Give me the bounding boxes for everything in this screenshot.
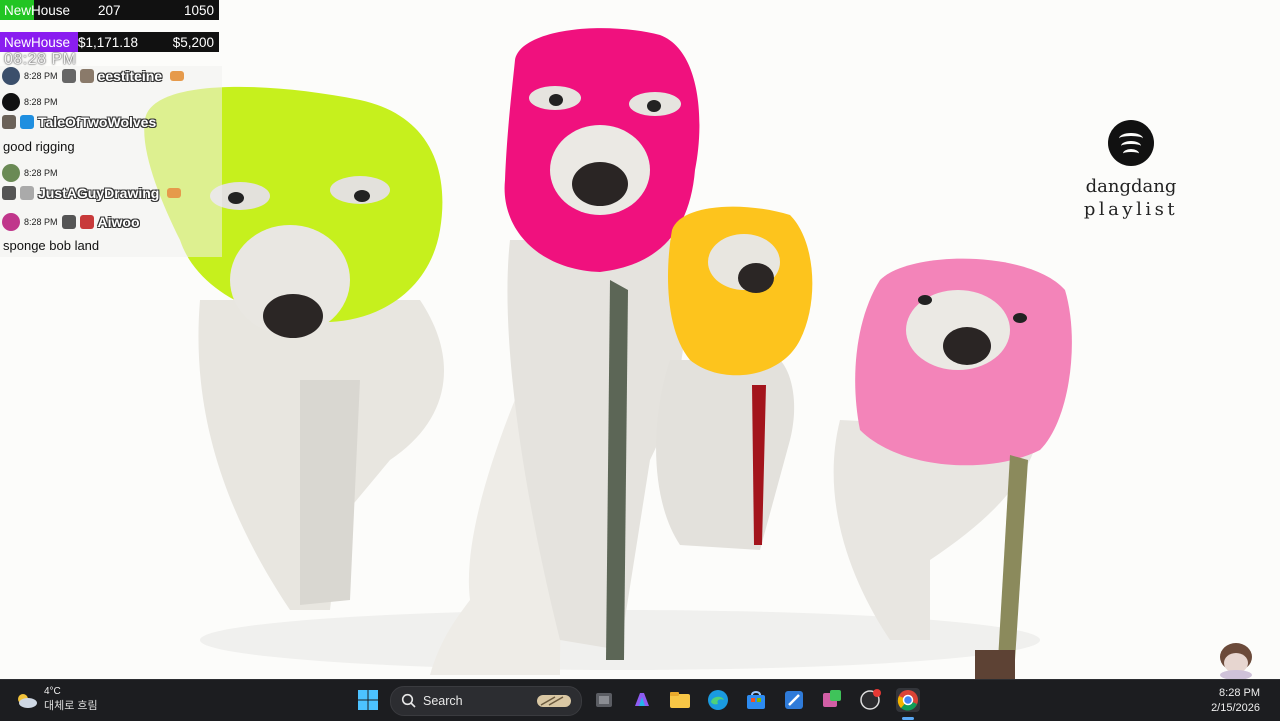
copilot-icon[interactable] [630, 688, 654, 712]
chat-text: sponge bob land [3, 238, 100, 253]
system-clock[interactable]: 8:28 PM 2/15/2026 [1211, 686, 1260, 716]
avatar [2, 213, 20, 231]
chat-username-row: TaleOfTwoWolves [2, 114, 156, 130]
chat-message: 8:28 PM eestiteine [2, 67, 185, 85]
goal-label: NewHouse [4, 34, 71, 50]
cloudy-weather-icon [14, 691, 38, 709]
chat-username: JustAGuyDrawing [38, 185, 160, 201]
badge-icon [61, 215, 76, 229]
chat-text: good rigging [3, 139, 75, 154]
stream-canvas: NewHouse 207 1050 NewHouse $1,171.18 $5,… [0, 0, 1280, 679]
badge-icon [79, 215, 94, 229]
avatar [2, 67, 20, 85]
goal-bar-followers: NewHouse 207 1050 [0, 0, 219, 20]
search-icon [401, 693, 416, 708]
crown-icon [20, 115, 34, 129]
playlist-title: dangdang [1085, 176, 1177, 197]
goal-label: NewHouse [4, 2, 71, 18]
chat-username: TaleOfTwoWolves [38, 114, 157, 130]
clock-date: 2/15/2026 [1211, 702, 1260, 714]
obs-studio-icon[interactable] [858, 688, 882, 712]
weather-description: 대체로 흐림 [44, 700, 98, 712]
badge-icon [20, 186, 34, 200]
taskbar-search[interactable]: Search [390, 686, 582, 716]
chat-message: 8:28 PM [2, 164, 58, 182]
weather-temperature: 4°C [44, 686, 61, 697]
chat-username: Aiwoo [97, 214, 140, 230]
goal-current: 207 [98, 2, 121, 18]
search-highlight-icon [537, 695, 571, 707]
goal-current: $1,171.18 [78, 34, 139, 50]
task-view-icon[interactable] [592, 688, 616, 712]
chat-timestamp: 8:28 PM [24, 168, 58, 178]
app-icon[interactable] [782, 688, 806, 712]
mascot-sticker [1220, 643, 1252, 679]
chat-timestamp: 8:28 PM [24, 97, 58, 107]
spotify-playlist-card: dangdang playlist [1078, 120, 1184, 220]
badge-icon [2, 186, 16, 200]
start-button[interactable] [356, 688, 380, 712]
chat-username-row: JustAGuyDrawing [2, 185, 182, 201]
weather-widget[interactable]: 4°C 대체로 흐림 [14, 686, 98, 713]
chat-username: eestiteine [97, 68, 163, 84]
chat-timestamp: 8:28 PM [24, 217, 58, 227]
stream-clock: 08:28 PM [4, 51, 77, 68]
chrome-browser-icon[interactable] [896, 688, 920, 712]
microsoft-store-icon[interactable] [744, 688, 768, 712]
playlist-subtitle: playlist [1083, 199, 1179, 220]
snipping-tool-icon[interactable] [820, 688, 844, 712]
emote-icon [170, 71, 185, 81]
clock-time: 8:28 PM [1219, 687, 1260, 699]
emote-icon [167, 188, 182, 198]
spotify-icon [1108, 120, 1154, 166]
windows-taskbar: 4°C 대체로 흐림 Search 8:28 PM 2/15/2026 [0, 679, 1280, 721]
badge-icon [79, 69, 94, 83]
goal-target: 1050 [183, 2, 214, 18]
chat-message: 8:28 PM [2, 93, 58, 111]
goal-bar-donations: NewHouse $1,171.18 $5,200 [0, 32, 219, 52]
badge-icon [2, 115, 16, 129]
avatar [2, 93, 20, 111]
chat-message: 8:28 PM Aiwoo [2, 213, 140, 231]
goal-target: $5,200 [172, 34, 214, 50]
file-explorer-icon[interactable] [668, 688, 692, 712]
chat-timestamp: 8:28 PM [24, 71, 58, 81]
search-label: Search [423, 694, 463, 708]
edge-browser-icon[interactable] [706, 688, 730, 712]
avatar [2, 164, 20, 182]
badge-icon [61, 69, 76, 83]
chat-overlay: 8:28 PM eestiteine 8:28 PM TaleOfTwoWolv… [0, 66, 222, 257]
